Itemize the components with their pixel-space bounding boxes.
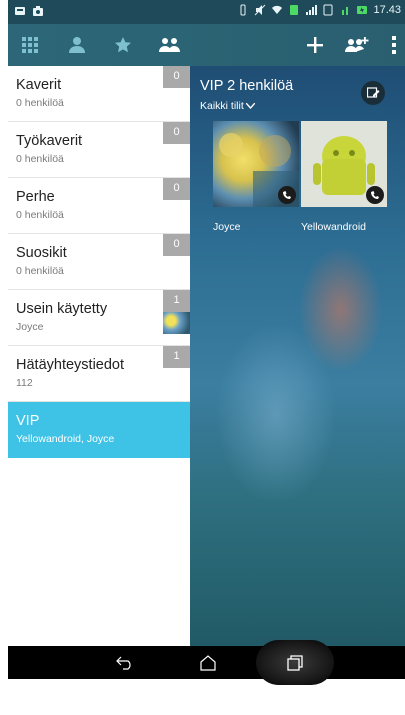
vibrate-icon [240, 4, 246, 16]
chevron-down-icon [245, 103, 255, 109]
status-bar: 17.43 [8, 0, 405, 24]
group-member-count: 0 henkilöä [16, 265, 64, 277]
edit-group-button[interactable] [361, 81, 385, 105]
back-icon [116, 656, 131, 670]
count-badge: 0 [163, 234, 190, 256]
group-title: VIP 2 henkilöä [200, 78, 294, 94]
recents-icon [287, 654, 303, 671]
call-button[interactable] [366, 186, 384, 204]
member-name: Yellowandroid [301, 221, 366, 233]
group-list: Kaverit 0 henkilöä 0 Työkaverit 0 henkil… [8, 66, 190, 646]
phone-icon [371, 191, 379, 199]
wifi-icon [272, 5, 283, 14]
groups-icon[interactable] [155, 24, 185, 66]
edit-group-icon [366, 87, 379, 98]
toolbar [8, 24, 405, 66]
group-item-hatayhteystiedot[interactable]: Hätäyhteystiedot 112 1 [8, 346, 190, 402]
account-filter-label: Kaikki tilit [200, 100, 244, 112]
call-button[interactable] [278, 186, 296, 204]
group-member-count: 0 henkilöä [16, 97, 64, 109]
group-detail-panel: VIP 2 henkilöä Kaikki tilit Joyce Yellow… [190, 66, 405, 646]
group-member-list: Yellowandroid, Joyce [16, 433, 115, 445]
add-icon[interactable] [302, 24, 328, 66]
contacts-icon[interactable] [63, 24, 91, 66]
count-badge: 1 [163, 290, 190, 312]
apps-grid-icon[interactable] [16, 24, 44, 66]
count-badge: 0 [163, 178, 190, 200]
count-badge: 1 [163, 346, 190, 368]
group-item-tyokaverit[interactable]: Työkaverit 0 henkilöä 0 [8, 122, 190, 178]
screenshot-icon [33, 6, 43, 16]
signal2-icon [342, 7, 349, 15]
mute-icon [255, 4, 266, 16]
member-card-yellowandroid[interactable] [301, 121, 387, 207]
overflow-menu-icon[interactable] [386, 24, 402, 66]
contact-thumbnail [163, 312, 190, 334]
sim2-icon [323, 4, 333, 16]
group-member-list: 112 [16, 377, 33, 389]
phone-icon [283, 191, 291, 199]
notification-icon [15, 7, 25, 15]
clock: 17.43 [373, 4, 401, 16]
group-item-perhe[interactable]: Perhe 0 henkilöä 0 [8, 178, 190, 234]
group-member-count: 0 henkilöä [16, 209, 64, 221]
group-item-usein-kaytetty[interactable]: Usein käytetty Joyce 1 [8, 290, 190, 346]
member-card-joyce[interactable] [213, 121, 299, 207]
battery-icon [357, 6, 368, 14]
count-badge: 0 [163, 122, 190, 144]
group-item-vip[interactable]: VIP Yellowandroid, Joyce [8, 402, 190, 458]
home-icon [200, 654, 216, 671]
group-item-suosikit[interactable]: Suosikit 0 henkilöä 0 [8, 234, 190, 290]
member-name: Joyce [213, 221, 241, 233]
group-item-kaverit[interactable]: Kaverit 0 henkilöä 0 [8, 66, 190, 122]
signal-icon [306, 5, 318, 15]
recents-button[interactable] [278, 646, 312, 679]
group-name: VIP [16, 413, 40, 429]
sim-icon [290, 5, 299, 15]
add-group-icon[interactable] [342, 24, 372, 66]
back-button[interactable] [108, 646, 142, 679]
home-button[interactable] [191, 646, 225, 679]
count-badge: 0 [163, 66, 190, 88]
favorites-star-icon[interactable] [109, 24, 137, 66]
account-filter-dropdown[interactable]: Kaikki tilit [200, 100, 255, 112]
group-member-count: 0 henkilöä [16, 153, 64, 165]
navigation-bar [8, 640, 405, 685]
